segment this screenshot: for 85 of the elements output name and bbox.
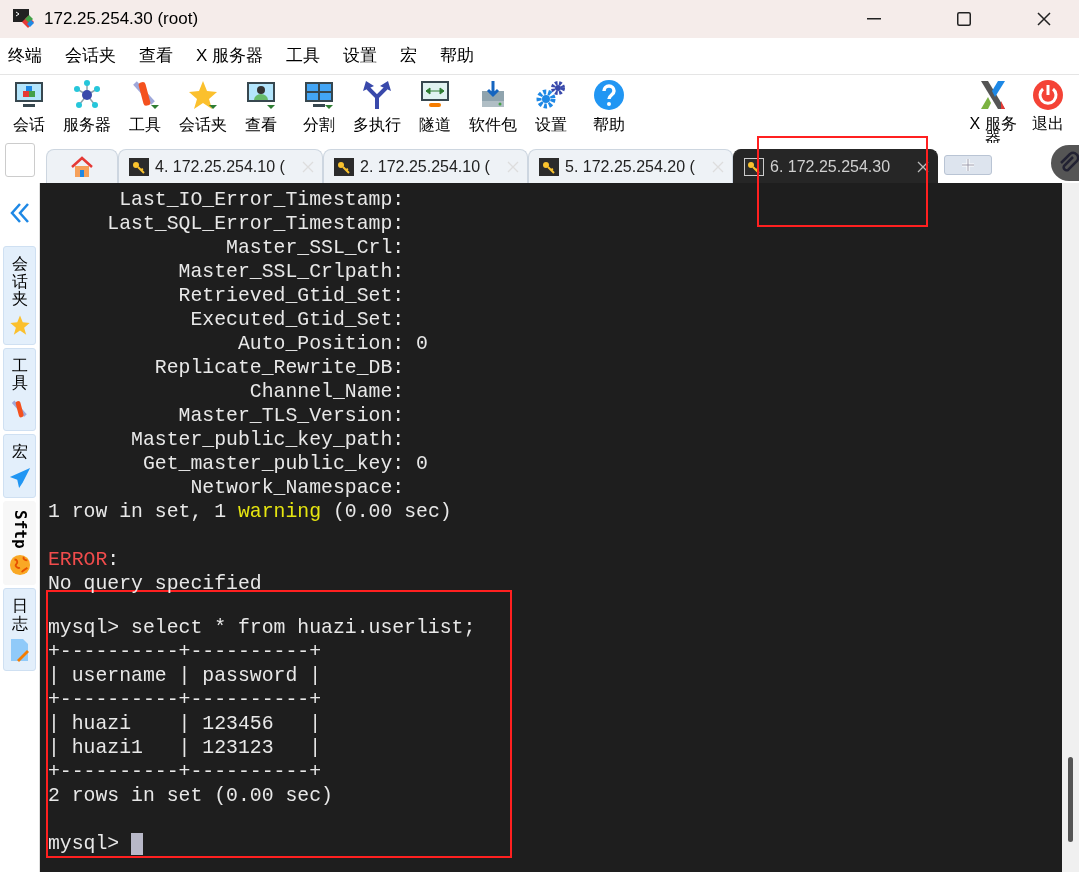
house-icon (70, 155, 94, 178)
sidebar-tab[interactable]: 工具 (3, 347, 36, 431)
menu-item[interactable]: 会话夹 (65, 43, 116, 69)
tab-list-button[interactable] (5, 143, 35, 177)
terminal-line: Executed_Gtid_Set: (189, 308, 405, 332)
window-title: 172.25.254.30 (root) (44, 8, 199, 31)
terminal-line: Last_IO_Error_Timestamp: (118, 188, 405, 212)
terminal-line: No query specified (48, 572, 262, 596)
terminal-line: Channel_Name: (248, 380, 405, 404)
menu-item[interactable]: 宏 (400, 43, 418, 69)
power-icon (1032, 79, 1064, 111)
terminal-line: Master_TLS_Version: (177, 404, 405, 428)
session-tab[interactable] (46, 149, 118, 183)
toolbar-button[interactable]: 隧道 (406, 79, 464, 133)
terminal-line: Retrieved_Gtid_Set: (177, 284, 405, 308)
terminal-line: +----------+----------+ (48, 688, 322, 712)
sidebar-tab[interactable]: 宏 (3, 433, 36, 498)
terminal-line: | username | password | (48, 664, 322, 688)
toolbar-button[interactable]: 设置 (522, 79, 580, 133)
toolbar-button[interactable]: 服务器 (58, 79, 116, 133)
terminal-line: 2 rows in set (0.00 sec) (48, 784, 333, 808)
close-icon (1037, 12, 1051, 26)
network-nodes-icon (71, 79, 103, 111)
toolbar-button[interactable]: 退出 (1023, 79, 1073, 131)
sidebar-tab[interactable]: 会话夹 (3, 246, 36, 345)
sidebar-tab[interactable]: Sftp (3, 500, 36, 586)
session-tab[interactable]: 2. 172.25.254.10 ( (323, 149, 528, 183)
terminal-line: Auto_Position: 0 (236, 332, 428, 356)
key-icon (334, 157, 354, 176)
monitor-person-icon (245, 79, 277, 111)
scrollbar[interactable] (1062, 183, 1079, 872)
terminal-line: Master_SSL_Crl: (225, 236, 405, 260)
minimize-icon (867, 18, 881, 20)
terminal-app-icon (12, 8, 36, 30)
terminal-line: +----------+----------+ (48, 640, 322, 664)
scrollbar-thumb[interactable] (1068, 757, 1073, 842)
menu-item[interactable]: 查看 (139, 43, 173, 69)
key-icon (539, 157, 559, 176)
terminal-line: ERROR: (48, 548, 120, 572)
toolbar-button[interactable]: 会话 (0, 79, 58, 133)
toolbar-button[interactable]: 分割 (290, 79, 348, 133)
paper-plane-icon (8, 466, 31, 489)
terminal-line: Master_SSL_Crlpath: (177, 260, 405, 284)
toolbar-button[interactable]: 会话夹 (174, 79, 232, 133)
menu-item[interactable]: 工具 (286, 43, 321, 69)
attachment-button[interactable] (1051, 145, 1079, 181)
terminal-line: Network_Namespace: (189, 476, 405, 500)
plus-icon (961, 158, 975, 172)
toolbar-button[interactable]: 多执行 (348, 79, 406, 133)
toolbar-button[interactable]: 帮助 (580, 79, 638, 133)
split-screen-icon (303, 79, 335, 111)
key-icon (129, 157, 149, 176)
menu-item[interactable]: 帮助 (440, 43, 475, 69)
help-icon (593, 79, 625, 111)
terminal-line: Replicate_Rewrite_DB: (153, 356, 405, 380)
gears-icon (535, 79, 567, 111)
sidebar-tab[interactable]: 日志 (3, 588, 36, 672)
terminal-line: mysql> select * from huazi.userlist; (48, 616, 476, 640)
terminal-line: Last_SQL_Error_Timestamp: (106, 212, 405, 236)
globe-icon (8, 554, 31, 577)
new-tab-button[interactable] (944, 155, 992, 175)
fork-arrows-icon (361, 79, 393, 111)
terminal-line: 1 row in set, 1 warning (0.00 sec) (48, 500, 452, 524)
notepad-pencil-icon (8, 638, 31, 663)
key-icon (744, 157, 764, 176)
star-icon (187, 79, 219, 111)
terminal-line: +----------+----------+ (48, 760, 322, 784)
double-chevron-left-icon[interactable] (9, 202, 30, 224)
terminal-line: Master_public_key_path: (130, 428, 405, 452)
toolbar-button[interactable]: 查看 (232, 79, 290, 133)
terminal-line: | huazi1 | 123123 | (48, 736, 322, 760)
session-tab[interactable]: 5. 172.25.254.20 ( (528, 149, 733, 183)
terminal-line: | huazi | 123456 | (48, 712, 322, 736)
toolbar-button[interactable]: 工具 (116, 79, 174, 133)
session-tab[interactable]: 4. 172.25.254.10 ( (118, 149, 323, 183)
terminal-line: mysql> (48, 832, 121, 856)
menu-item[interactable]: 设置 (343, 43, 378, 69)
terminal[interactable] (40, 183, 1062, 872)
terminal-line: Get_master_public_key: 0 (141, 452, 428, 476)
close-icon[interactable] (917, 160, 929, 173)
session-tab[interactable]: 6. 172.25.254.30 (733, 149, 938, 183)
menu-item[interactable]: X 服务器 (196, 43, 264, 69)
toolbar-button[interactable]: 软件包 (464, 79, 522, 133)
maximize-icon (957, 12, 971, 26)
menu-item[interactable]: 终端 (8, 43, 42, 69)
